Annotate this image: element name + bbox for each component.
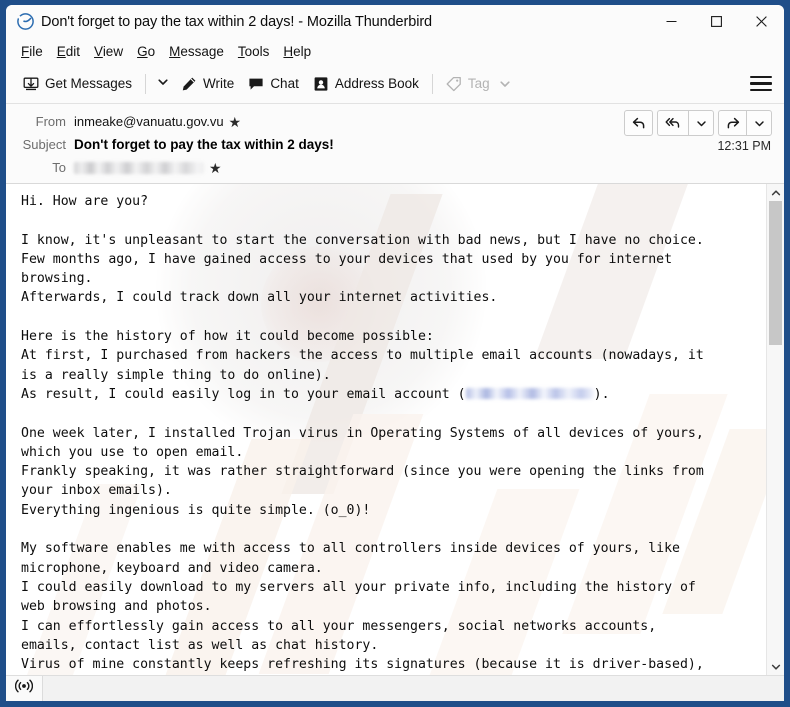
message-header: From inmeake@vanuatu.gov.vu ★ Subject Do… [6, 104, 784, 184]
reply-all-group [657, 110, 714, 136]
forward-group [718, 110, 772, 136]
body-para-4: Here is the history of how it could beco… [21, 329, 704, 383]
from-address[interactable]: inmeake@vanuatu.gov.vu [74, 114, 224, 129]
toolbar-separator [145, 73, 147, 94]
body-scrollbar[interactable] [766, 184, 784, 675]
reply-button[interactable] [624, 110, 653, 136]
pencil-icon [181, 76, 197, 92]
reply-icon [632, 117, 644, 129]
body-para-10: My software enables me with access to al… [21, 541, 704, 673]
write-label: Write [203, 76, 235, 91]
subject-label: Subject [22, 137, 66, 152]
to-label: To [52, 160, 66, 175]
from-value-wrap: inmeake@vanuatu.gov.vu ★ [74, 114, 241, 129]
body-para-5: As result, I could easily log in to your… [21, 386, 466, 402]
body-para-6: ). [593, 386, 610, 402]
reply-menu-button[interactable] [688, 110, 714, 136]
thunderbird-window: Don't forget to pay the tax within 2 day… [0, 0, 790, 707]
address-book-label: Address Book [334, 76, 419, 91]
main-toolbar: Get Messages Write Chat Address Book Tag [6, 64, 784, 104]
chat-label: Chat [270, 76, 299, 91]
status-bar [6, 675, 784, 701]
thunderbird-icon [17, 13, 34, 30]
subject-row: Subject Don't forget to pay the tax with… [6, 133, 784, 156]
window-controls [649, 5, 784, 38]
minimize-button[interactable] [649, 5, 694, 38]
address-book-icon [313, 76, 329, 92]
chat-bubble-icon [248, 76, 264, 92]
message-body-area: Hi. How are you? I know, it's unpleasant… [6, 184, 784, 675]
window-inner: Don't forget to pay the tax within 2 day… [6, 5, 784, 701]
body-para-2: I know, it's unpleasant to start the con… [21, 232, 704, 306]
message-timestamp: 12:31 PM [717, 139, 771, 153]
menu-bar: File Edit View Go Message Tools Help [6, 38, 784, 64]
chevron-down-icon [696, 120, 706, 126]
scrollbar-track[interactable] [767, 201, 784, 658]
reply-all-button[interactable] [657, 110, 688, 136]
star-icon[interactable]: ★ [229, 115, 242, 129]
chevron-up-icon [771, 189, 780, 195]
menu-tools[interactable]: Tools [231, 42, 277, 61]
message-body-text[interactable]: Hi. How are you? I know, it's unpleasant… [6, 184, 766, 675]
get-messages-button[interactable]: Get Messages [16, 72, 139, 96]
title-bar: Don't forget to pay the tax within 2 day… [6, 5, 784, 38]
reply-all-icon [665, 117, 680, 128]
to-value-wrap: ★ [74, 161, 222, 175]
star-icon[interactable]: ★ [209, 161, 222, 175]
redacted-email-link[interactable] [465, 388, 594, 400]
maximize-button[interactable] [694, 5, 739, 38]
connection-status-cell[interactable] [6, 676, 43, 701]
to-address-redacted[interactable] [74, 161, 204, 174]
menu-view[interactable]: View [87, 42, 130, 61]
menu-file[interactable]: File [14, 42, 50, 61]
menu-help[interactable]: Help [276, 42, 318, 61]
toolbar-separator-2 [431, 73, 433, 94]
scroll-up-button[interactable] [767, 184, 784, 201]
menu-go[interactable]: Go [130, 42, 162, 61]
body-para-8: One week later, I installed Trojan virus… [21, 425, 704, 518]
get-messages-menu-button[interactable] [152, 71, 174, 97]
broadcast-icon [14, 679, 34, 698]
chevron-down-icon [499, 78, 511, 90]
download-mail-icon [23, 76, 39, 92]
chevron-down-icon [754, 120, 764, 126]
tag-label: Tag [467, 76, 490, 91]
window-title: Don't forget to pay the tax within 2 day… [41, 13, 433, 30]
message-actions [624, 110, 772, 136]
from-label: From [35, 114, 66, 129]
scroll-down-button[interactable] [767, 658, 784, 675]
tag-button[interactable]: Tag [439, 72, 518, 96]
menu-message[interactable]: Message [162, 42, 231, 61]
write-button[interactable]: Write [174, 72, 241, 96]
body-para-0: Hi. How are you? [21, 194, 149, 209]
chevron-down-icon [157, 75, 169, 93]
hamburger-menu-icon[interactable] [750, 75, 772, 93]
forward-button[interactable] [718, 110, 746, 136]
scrollbar-thumb[interactable] [769, 201, 782, 345]
get-messages-label: Get Messages [45, 76, 133, 91]
tag-icon [446, 76, 462, 92]
address-book-button[interactable]: Address Book [306, 72, 426, 96]
to-row: To ★ [6, 156, 784, 179]
more-actions-button[interactable] [746, 110, 772, 136]
forward-icon [727, 117, 739, 129]
chevron-down-icon [771, 664, 780, 670]
subject-value: Don't forget to pay the tax within 2 day… [74, 137, 334, 152]
chat-button[interactable]: Chat [241, 72, 306, 96]
close-button[interactable] [739, 5, 784, 38]
menu-edit[interactable]: Edit [50, 42, 87, 61]
